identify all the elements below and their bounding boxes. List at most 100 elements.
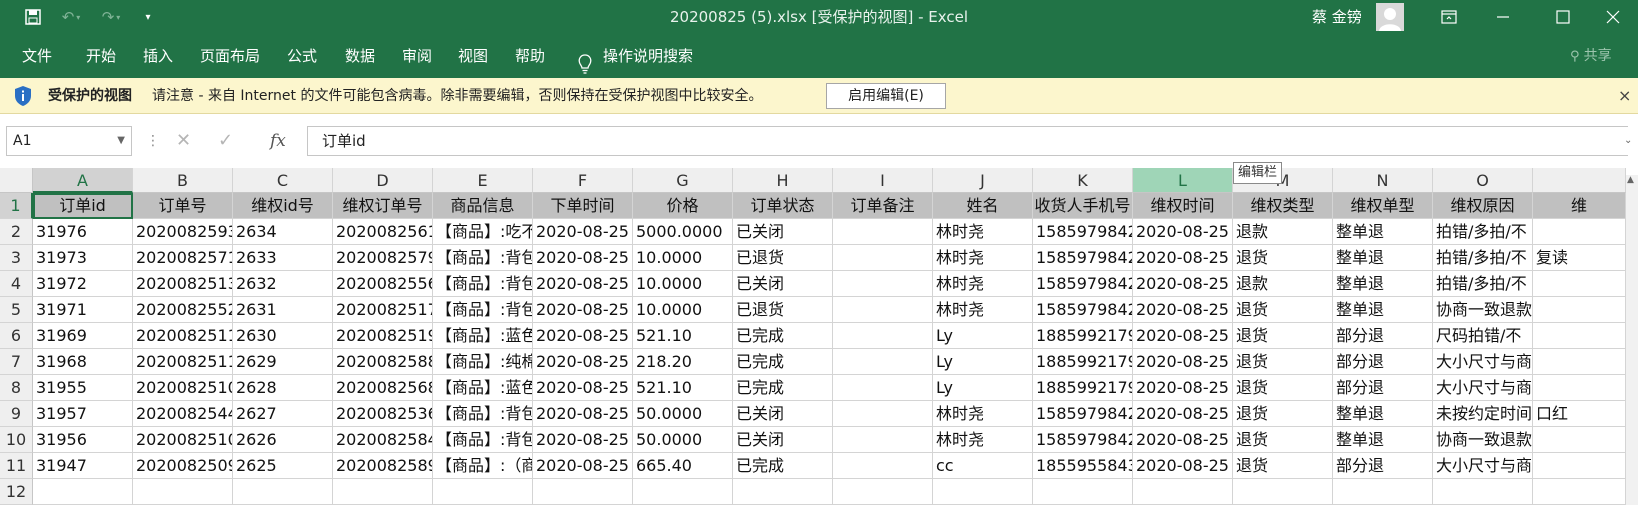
table-cell[interactable]: 20200825199 [333,323,433,349]
select-all-corner[interactable] [0,168,33,193]
table-cell[interactable] [833,427,933,453]
enable-editing-button[interactable]: 启用编辑(E) [826,83,946,109]
table-cell[interactable]: 31947 [33,453,133,479]
table-cell[interactable]: 18859921799 [1033,323,1133,349]
table-cell[interactable]: cc [933,453,1033,479]
table-cell[interactable]: 2020-08-25 1 [533,219,633,245]
table-cell[interactable]: 5000.0000 [633,219,733,245]
header-cell[interactable]: 收货人手机号 [1033,193,1133,219]
enter-icon[interactable]: ✓ [218,126,233,156]
table-cell[interactable]: 15859798425 [1033,219,1133,245]
column-header[interactable]: G [633,168,733,193]
table-cell[interactable]: 复读 [1533,245,1626,271]
row-header[interactable]: 7 [0,349,33,375]
formula-input[interactable]: 订单id [307,126,1628,156]
scroll-up-icon[interactable]: ▲ [1627,175,1634,185]
column-header[interactable]: A [33,168,133,193]
header-cell[interactable]: 维权时间 [1133,193,1233,219]
table-cell[interactable]: 林时尧 [933,271,1033,297]
table-cell[interactable] [533,479,633,505]
table-cell[interactable]: 2630 [233,323,333,349]
table-cell[interactable]: 31955 [33,375,133,401]
undo-icon[interactable]: ↶ ▾ [56,6,86,28]
table-cell[interactable]: 退货 [1233,453,1333,479]
table-cell[interactable]: 整单退 [1333,245,1433,271]
header-cell[interactable]: 维权单型 [1333,193,1433,219]
table-cell[interactable]: 林时尧 [933,219,1033,245]
table-cell[interactable] [833,219,933,245]
table-cell[interactable]: 31971 [33,297,133,323]
header-cell[interactable]: 维 [1533,193,1626,219]
vertical-scrollbar[interactable]: ▲ [1626,175,1638,505]
table-cell[interactable]: 2627 [233,401,333,427]
table-cell[interactable]: 20200825443 [133,401,233,427]
maximize-icon[interactable] [1540,0,1586,34]
table-cell[interactable] [33,479,133,505]
table-cell[interactable]: 【商品】:背包 [433,427,533,453]
table-cell[interactable]: 15859798425 [1033,245,1133,271]
table-cell[interactable]: 2020-08-25 1 [1133,323,1233,349]
table-cell[interactable]: 2020-08-25 1 [1133,271,1233,297]
table-cell[interactable]: 18859921799 [1033,375,1133,401]
table-cell[interactable]: 31957 [33,401,133,427]
table-cell[interactable] [1533,297,1626,323]
table-cell[interactable] [833,297,933,323]
table-cell[interactable] [833,245,933,271]
table-cell[interactable]: 拍错/多拍/不 [1433,245,1533,271]
table-cell[interactable] [1533,375,1626,401]
table-cell[interactable]: 2628 [233,375,333,401]
user-name[interactable]: 蔡 金镑 [1312,0,1362,34]
table-cell[interactable]: 20200825791 [333,245,433,271]
tab-view[interactable]: 视图 [458,34,488,78]
table-cell[interactable]: 2020-08-25 1 [1133,297,1233,323]
row-header[interactable]: 10 [0,427,33,453]
table-cell[interactable]: 50.0000 [633,401,733,427]
table-cell[interactable]: 2020-08-25 0 [1133,453,1233,479]
header-cell[interactable]: 维权id号 [233,193,333,219]
avatar[interactable] [1376,3,1404,31]
table-cell[interactable]: Ly [933,375,1033,401]
table-cell[interactable]: 2020-08-25 1 [533,401,633,427]
row-header[interactable]: 6 [0,323,33,349]
table-cell[interactable]: 15859798425 [1033,427,1133,453]
table-cell[interactable]: 521.10 [633,375,733,401]
tab-home[interactable]: 开始 [86,34,116,78]
table-cell[interactable]: 已完成 [733,375,833,401]
table-cell[interactable]: 退款 [1233,219,1333,245]
tell-me-search[interactable]: 操作说明搜索 [577,34,693,78]
table-cell[interactable] [1133,479,1233,505]
customize-icon[interactable]: ▾ [140,6,156,28]
table-cell[interactable]: 2625 [233,453,333,479]
table-cell[interactable]: 退货 [1233,349,1333,375]
table-cell[interactable]: 【商品】:（商 [433,453,533,479]
table-cell[interactable]: 2020-08-25 1 [1133,375,1233,401]
table-cell[interactable]: 2020-08-25 1 [533,297,633,323]
insert-function-icon[interactable]: fx [270,126,286,156]
table-cell[interactable] [1433,479,1533,505]
table-cell[interactable]: 林时尧 [933,245,1033,271]
table-cell[interactable]: 2020-08-25 0 [533,453,633,479]
table-cell[interactable]: 已完成 [733,349,833,375]
column-header[interactable]: D [333,168,433,193]
header-cell[interactable]: 订单状态 [733,193,833,219]
redo-icon[interactable]: ↷ ▾ [96,6,126,28]
table-cell[interactable]: 已关闭 [733,271,833,297]
column-header[interactable]: F [533,168,633,193]
header-cell[interactable]: 订单id [33,193,133,219]
table-cell[interactable]: 林时尧 [933,297,1033,323]
table-cell[interactable]: 20200825881 [333,349,433,375]
row-header[interactable]: 4 [0,271,33,297]
table-cell[interactable] [933,479,1033,505]
table-cell[interactable]: 2020-08-25 1 [1133,349,1233,375]
close-icon[interactable] [1590,0,1636,34]
table-cell[interactable]: 林时尧 [933,427,1033,453]
cancel-icon[interactable]: ✕ [176,126,191,156]
table-cell[interactable]: 已关闭 [733,219,833,245]
table-cell[interactable] [1533,479,1626,505]
name-box[interactable]: A1 ▼ [6,126,132,156]
table-cell[interactable]: 整单退 [1333,271,1433,297]
table-cell[interactable]: 已退货 [733,297,833,323]
header-cell[interactable]: 商品信息 [433,193,533,219]
table-cell[interactable]: 20200825523 [133,297,233,323]
table-cell[interactable]: 【商品】:背包 [433,245,533,271]
